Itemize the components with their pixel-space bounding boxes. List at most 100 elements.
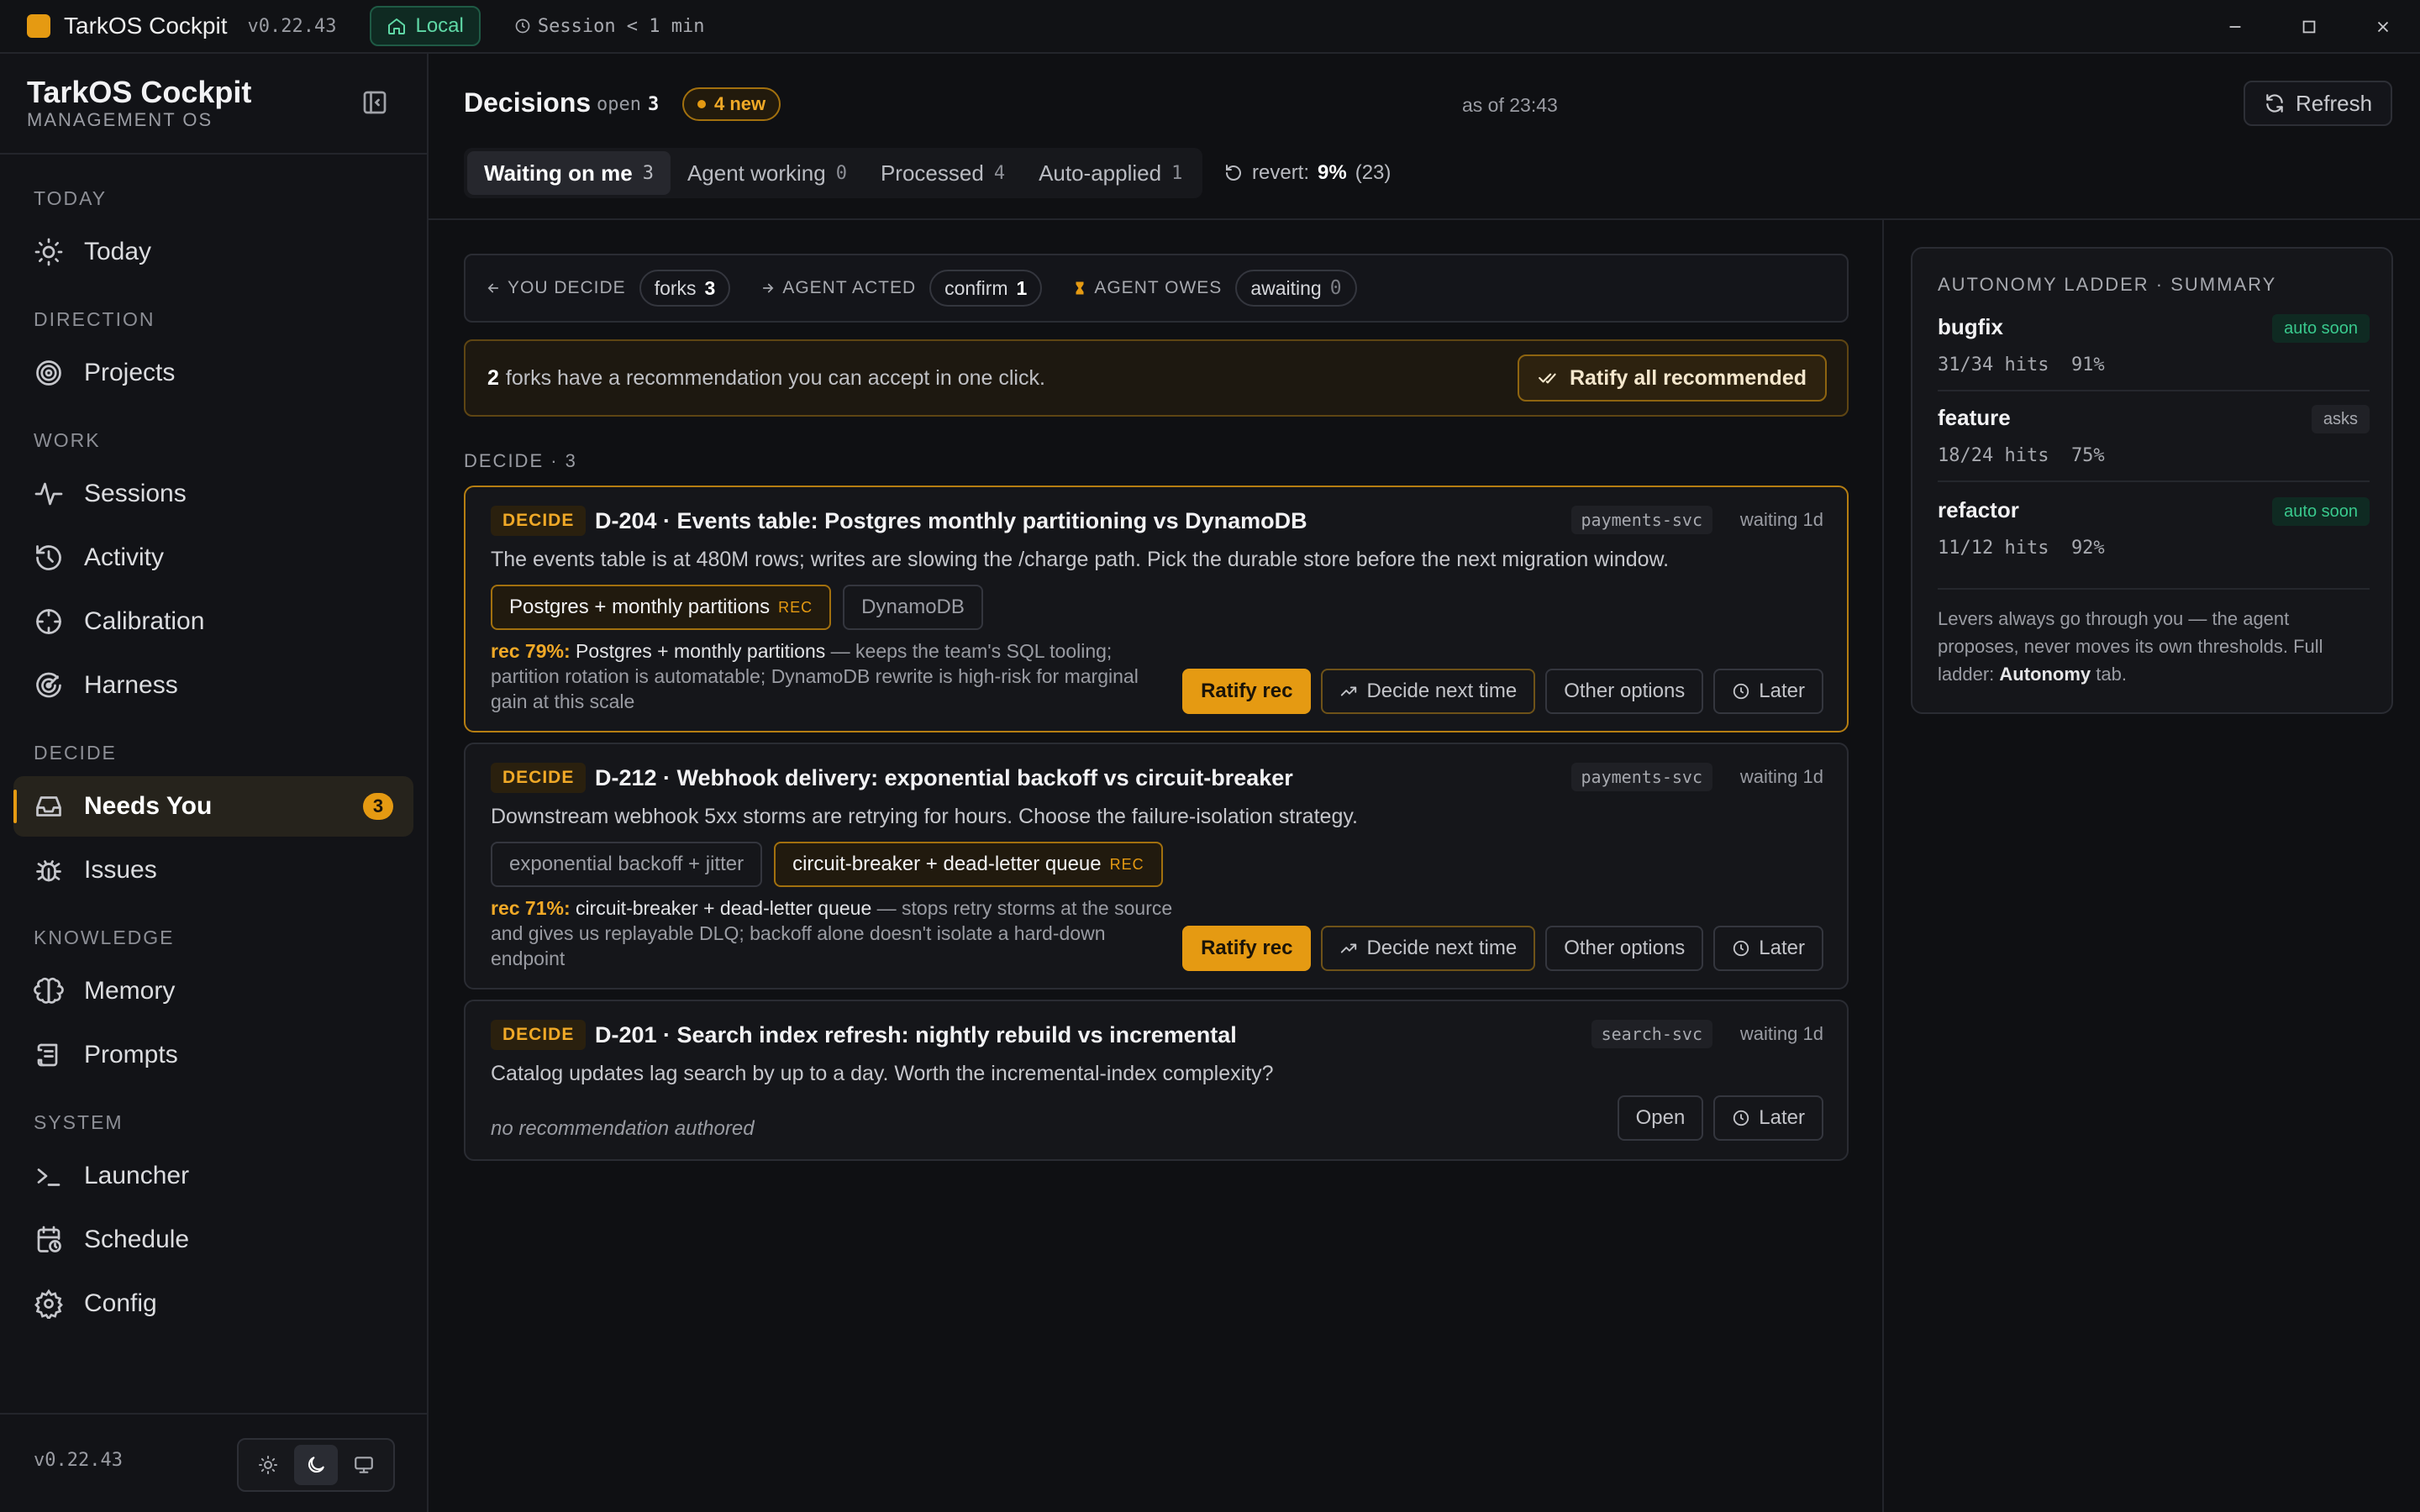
tab-processed[interactable]: Processed 4 — [864, 151, 1022, 195]
sidebar-item-label: Harness — [84, 671, 178, 699]
autonomy-tab-link[interactable]: Autonomy — [1999, 664, 2091, 685]
sidebar-item-launcher[interactable]: Launcher — [13, 1146, 413, 1206]
waiting-time: waiting 1d — [1739, 1023, 1823, 1044]
theme-switcher — [237, 1438, 395, 1492]
env-local-pill[interactable]: Local — [370, 6, 481, 46]
sidebar-item-config[interactable]: Config — [13, 1273, 413, 1334]
other-options-button[interactable]: Other options — [1545, 926, 1704, 971]
open-button[interactable]: Open — [1617, 1095, 1704, 1141]
decide-next-time-button[interactable]: Decide next time — [1321, 926, 1536, 971]
option-label: circuit-breaker + dead-letter queue — [792, 853, 1102, 875]
sidebar-footer: v0.22.43 — [0, 1413, 427, 1512]
footer-version: v0.22.43 — [34, 1450, 123, 1471]
ratify-all-button[interactable]: Ratify all recommended — [1517, 354, 1827, 402]
decide-next-time-button[interactable]: Decide next time — [1321, 669, 1536, 714]
brain-icon — [34, 977, 64, 1004]
minimize-icon — [2229, 26, 2241, 28]
crosshair-icon — [36, 609, 61, 634]
option-dynamodb[interactable]: DynamoDB — [843, 585, 983, 630]
monitor-icon — [355, 1457, 374, 1473]
ladder-note: Levers always go through you — the agent… — [1938, 605, 2375, 688]
needs-you-count-badge: 3 — [363, 793, 393, 820]
sidebar-item-issues[interactable]: Issues — [13, 840, 413, 900]
nav-section-system: SYSTEM — [34, 1111, 124, 1133]
close-button[interactable] — [2346, 0, 2420, 54]
ratify-rec-button[interactable]: Ratify rec — [1182, 926, 1312, 971]
card-title[interactable]: D-201 · Search index refresh: nightly re… — [595, 1020, 1237, 1050]
history-icon — [36, 545, 61, 570]
ladder-row-name: refactor — [1938, 497, 2019, 522]
sidebar-item-memory[interactable]: Memory — [13, 961, 413, 1021]
arrow-left-icon — [487, 283, 499, 293]
theme-system-button[interactable] — [342, 1445, 386, 1485]
window-controls — [2198, 0, 2420, 54]
forks-chip[interactable]: forks 3 — [639, 270, 731, 307]
sidebar-item-activity[interactable]: Activity — [13, 528, 413, 588]
sidebar-item-today[interactable]: Today — [13, 222, 413, 282]
decide-badge: DECIDE — [491, 763, 587, 793]
session-indicator: Session < 1 min — [514, 16, 705, 37]
option-postgres[interactable]: Postgres + monthly partitions REC — [491, 585, 832, 630]
sidebar-item-projects[interactable]: Projects — [13, 343, 413, 403]
env-label: Local — [415, 14, 464, 37]
theme-light-button[interactable] — [246, 1445, 290, 1485]
awaiting-count: 0 — [1329, 277, 1342, 299]
ladder-title: AUTONOMY LADDER · SUMMARY — [1938, 274, 2277, 295]
sidebar-collapse-button[interactable] — [360, 87, 390, 118]
service-tag: search-svc — [1591, 1020, 1712, 1048]
maximize-button[interactable] — [2272, 0, 2346, 54]
sidebar-item-calibration[interactable]: Calibration — [13, 591, 413, 652]
sidebar-item-sessions[interactable]: Sessions — [13, 464, 413, 524]
card-actions: Ratify rec Decide next time Other option… — [1182, 669, 1823, 714]
new-dot-icon — [697, 100, 706, 108]
rec-percent: rec 71%: — [491, 897, 571, 919]
page-title: Decisions — [464, 87, 592, 118]
card-title[interactable]: D-212 · Webhook delivery: exponential ba… — [595, 763, 1293, 793]
later-button[interactable]: Later — [1713, 1095, 1823, 1141]
card-description: The events table is at 480M rows; writes… — [491, 548, 1670, 571]
bug-icon — [36, 860, 61, 882]
decision-card-d201: DECIDE D-201 · Search index refresh: nig… — [464, 1000, 1849, 1161]
ladder-note-suffix: tab. — [2096, 664, 2127, 685]
tab-agent-working[interactable]: Agent working 0 — [671, 151, 864, 195]
sidebar-item-harness[interactable]: Harness — [13, 655, 413, 716]
decision-card-d204: DECIDE D-204 · Events table: Postgres mo… — [464, 486, 1849, 732]
service-tag: payments-svc — [1570, 763, 1712, 791]
clock-icon — [515, 18, 530, 34]
tab-auto-applied[interactable]: Auto-applied 1 — [1022, 151, 1199, 195]
sidebar-item-prompts[interactable]: Prompts — [13, 1025, 413, 1085]
later-button[interactable]: Later — [1713, 926, 1823, 971]
sidebar-item-schedule[interactable]: Schedule — [13, 1210, 413, 1270]
ladder-separator — [1938, 480, 2370, 482]
sidebar-item-label: Config — [84, 1289, 157, 1317]
refresh-button[interactable]: Refresh — [2244, 81, 2393, 126]
option-circuit-breaker[interactable]: circuit-breaker + dead-letter queue REC — [774, 842, 1163, 887]
tab-waiting-on-me[interactable]: Waiting on me 3 — [467, 151, 671, 195]
awaiting-label: awaiting — [1250, 276, 1322, 299]
ratify-rec-button[interactable]: Ratify rec — [1182, 669, 1312, 714]
moon-icon — [308, 1457, 324, 1473]
option-label: exponential backoff + jitter — [509, 853, 744, 875]
ladder-row-tag: asks — [2311, 405, 2370, 433]
radar-icon — [36, 672, 61, 698]
confirm-chip[interactable]: confirm 1 — [929, 270, 1043, 307]
card-title[interactable]: D-204 · Events table: Postgres monthly p… — [595, 506, 1307, 536]
sidebar-item-needs-you[interactable]: Needs You 3 — [13, 776, 413, 837]
nav-section-knowledge: KNOWLEDGE — [34, 927, 175, 948]
decide-next-label: Decide next time — [1366, 680, 1518, 702]
minimize-button[interactable] — [2198, 0, 2272, 54]
awaiting-chip[interactable]: awaiting 0 — [1235, 270, 1357, 307]
new-count-pill: 4 new — [682, 87, 781, 121]
tab-count: 4 — [993, 162, 1006, 184]
ratify-label: Ratify rec — [1201, 680, 1293, 702]
option-exponential-backoff[interactable]: exponential backoff + jitter — [491, 842, 763, 887]
later-button[interactable]: Later — [1713, 669, 1823, 714]
sidebar-nav: TODAY Today DIRECTION Projects WORK Sess… — [0, 155, 427, 1465]
content-divider — [1882, 220, 1884, 1512]
gear-icon — [34, 1289, 63, 1319]
session-text: Session < 1 min — [537, 15, 705, 37]
theme-dark-button[interactable] — [293, 1445, 338, 1485]
sidebar-item-label: Launcher — [84, 1162, 190, 1189]
other-options-button[interactable]: Other options — [1545, 669, 1704, 714]
arrow-right-icon — [763, 283, 774, 293]
